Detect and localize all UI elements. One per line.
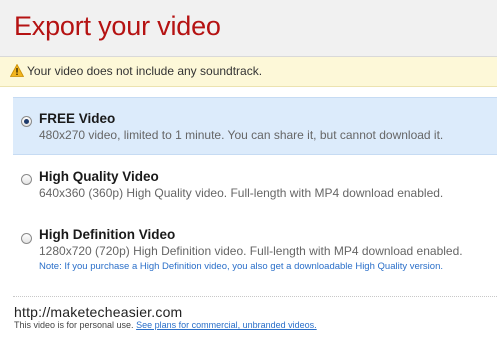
radio-high-definition-video[interactable] [21, 233, 32, 244]
option-high-definition-video[interactable]: High Definition Video 1280x720 (720p) Hi… [13, 223, 497, 279]
option-description: 640x360 (360p) High Quality video. Full-… [39, 186, 444, 200]
footer-text: This video is for personal use. [14, 320, 134, 330]
page-title: Export your video [14, 11, 221, 41]
footer: This video is for personal use. See plan… [14, 320, 317, 330]
radio-high-quality-video[interactable] [21, 174, 32, 185]
radio-selected-dot [24, 119, 29, 124]
option-high-quality-video[interactable]: High Quality Video 640x360 (360p) High Q… [13, 163, 497, 211]
warning-icon [10, 64, 24, 77]
option-note: Note: If you purchase a High Definition … [39, 261, 443, 272]
warning-banner: Your video does not include any soundtra… [0, 57, 497, 87]
watermark-url: http://maketecheasier.com [14, 304, 183, 320]
radio-free-video[interactable] [21, 116, 32, 127]
option-title: FREE Video [39, 111, 116, 126]
option-description: 480x270 video, limited to 1 minute. You … [39, 128, 444, 142]
header: Export your video [0, 0, 497, 57]
warning-text: Your video does not include any soundtra… [27, 64, 263, 78]
option-description: 1280x720 (720p) High Definition video. F… [39, 244, 463, 258]
option-title: High Quality Video [39, 169, 159, 184]
commercial-plans-link[interactable]: See plans for commercial, unbranded vide… [136, 320, 317, 330]
option-title: High Definition Video [39, 227, 176, 242]
option-free-video[interactable]: FREE Video 480x270 video, limited to 1 m… [13, 97, 497, 155]
divider [13, 296, 497, 297]
